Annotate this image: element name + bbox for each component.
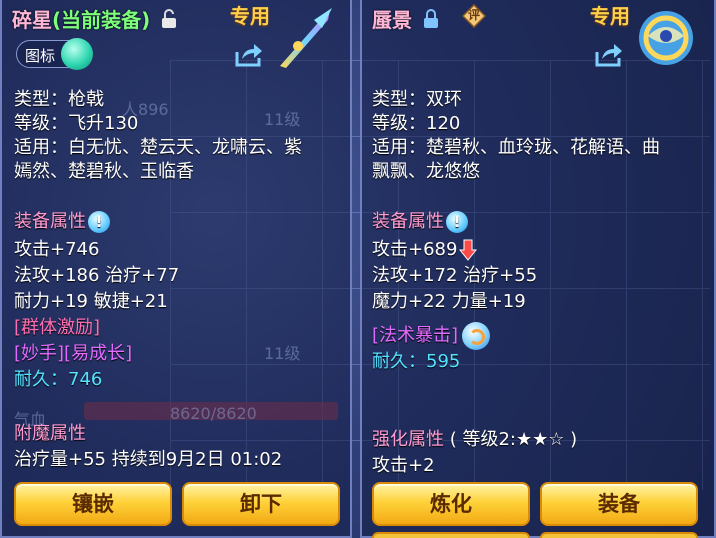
spear-weapon-icon	[280, 8, 332, 68]
item-level: 等级：飞升130	[14, 113, 139, 134]
attr-header: 装备属性!	[372, 210, 468, 234]
special-skill: [法术暴击]	[372, 322, 491, 350]
durability-value: 746	[68, 369, 103, 390]
special-skill: [群体激励]	[14, 317, 101, 338]
item-name: 蜃景	[372, 8, 412, 32]
enchant-line: 治疗量+55 持续到9月2日 01:02	[14, 449, 283, 470]
evaluate-badge[interactable]: 评	[462, 4, 486, 28]
durability-label: 耐久：	[372, 351, 426, 372]
item-title: 蜃景	[372, 4, 439, 34]
item-name: 碎星	[12, 8, 52, 32]
icon-toggle-label: 图标	[25, 47, 56, 65]
refine-button[interactable]: 炼化	[372, 482, 530, 526]
item-suits-line1: 适用：楚碧秋、血玲珑、花解语、曲	[372, 137, 660, 158]
strengthen-header: 强化属性 ( 等级2:★★☆ )	[372, 428, 577, 452]
exclusive-label: 专用	[230, 4, 270, 28]
equipped-status: (当前装备)	[52, 8, 151, 32]
equipped-item-panel: 人896 11级 11级 气血 8620/8620 碎星(当前装备) 专用 图标…	[0, 0, 352, 538]
lock-icon[interactable]	[423, 9, 439, 34]
hidden-button-edge	[372, 532, 530, 538]
item-suits-line1: 适用：白无忧、楚云天、龙啸云、紫	[14, 137, 302, 158]
durability: 耐久：746	[14, 368, 102, 392]
evaluate-badge-label: 评	[467, 8, 480, 22]
attr-header-label: 装备属性	[14, 211, 86, 232]
stat-line: 法攻+186 治疗+77	[14, 265, 180, 286]
item-type: 类型：双环	[372, 89, 462, 110]
stat-line: 攻击+689	[372, 238, 478, 262]
attr-header-label: 装备属性	[372, 211, 444, 232]
equip-button[interactable]: 装备	[540, 482, 698, 526]
inlay-button[interactable]: 镶嵌	[14, 482, 172, 526]
stat-line: 魔力+22 力量+19	[372, 291, 526, 312]
durability-label: 耐久：	[14, 369, 68, 390]
info-icon[interactable]: !	[88, 211, 110, 233]
compare-item-panel: 蜃景 评 专用 类型：双环 等级：120 适用：楚碧秋、血玲珑、花解语、曲 飘飘…	[360, 0, 716, 538]
bg-level-label-2: 11级	[264, 344, 301, 363]
toggle-knob	[61, 38, 93, 70]
ring-weapon-icon	[639, 11, 693, 65]
stat-line: 攻击+746	[14, 239, 100, 260]
unlock-icon[interactable]	[161, 9, 177, 34]
stat-line-text: 攻击+689	[372, 239, 458, 260]
item-suits-line2: 飘飘、龙悠悠	[372, 161, 480, 182]
icon-toggle[interactable]: 图标	[16, 38, 93, 70]
strengthen-level: ( 等级2:★★☆ )	[449, 429, 578, 450]
item-title: 碎星(当前装备)	[12, 4, 177, 34]
hidden-button-edge	[540, 532, 698, 538]
strengthen-line: 攻击+2	[372, 455, 435, 476]
share-icon[interactable]	[234, 42, 264, 68]
stat-line: 法攻+172 治疗+55	[372, 265, 538, 286]
strengthen-header-label: 强化属性	[372, 429, 444, 450]
special-skill-label: [法术暴击]	[372, 325, 459, 346]
special-traits: [妙手][易成长]	[14, 343, 133, 364]
share-icon[interactable]	[594, 42, 624, 68]
item-suits-line2: 嫣然、楚碧秋、玉临香	[14, 161, 194, 182]
exclusive-label: 专用	[590, 4, 630, 28]
refresh-icon[interactable]	[462, 322, 491, 350]
enchant-header: 附魔属性	[14, 423, 86, 444]
durability: 耐久：595	[372, 350, 460, 374]
unequip-button[interactable]: 卸下	[182, 482, 340, 526]
durability-value: 595	[426, 351, 461, 372]
attr-header: 装备属性!	[14, 210, 110, 234]
stat-line: 耐力+19 敏捷+21	[14, 291, 168, 312]
item-level: 等级：120	[372, 113, 461, 134]
info-icon[interactable]: !	[446, 211, 468, 233]
bg-level-label: 11级	[264, 110, 301, 129]
bg-hp-value: 8620/8620	[170, 404, 257, 423]
arrow-down-icon	[459, 239, 478, 261]
item-type: 类型：枪戟	[14, 89, 104, 110]
